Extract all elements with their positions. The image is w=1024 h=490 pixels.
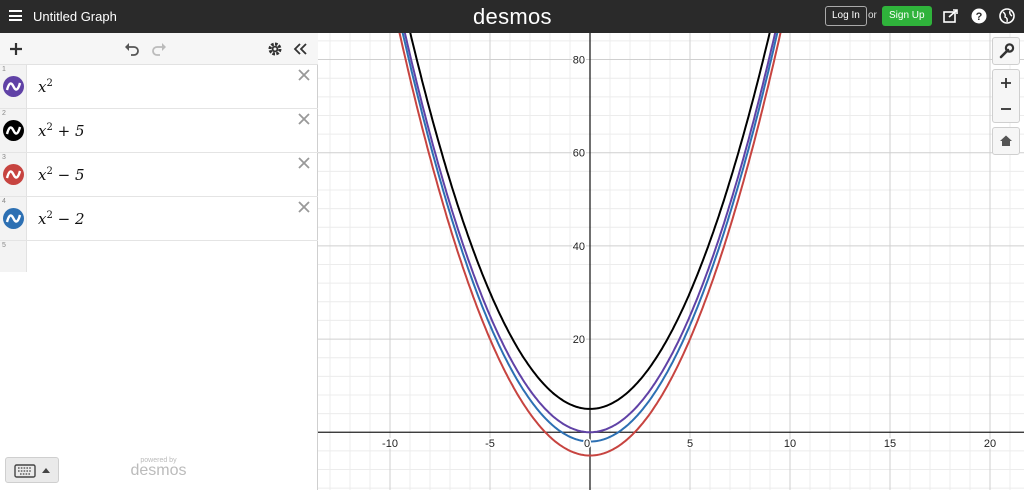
collapse-icon[interactable] xyxy=(292,41,308,57)
zoom-controls xyxy=(992,69,1020,123)
y-tick-label: 60 xyxy=(573,148,585,160)
redo-icon[interactable] xyxy=(151,41,167,57)
share-icon[interactable] xyxy=(942,7,960,25)
signup-button[interactable]: Sign Up xyxy=(882,6,932,26)
expression-input[interactable]: x2 − 2 xyxy=(38,210,85,228)
wave-icon[interactable] xyxy=(3,208,24,229)
close-icon[interactable] xyxy=(297,156,311,170)
menu-icon[interactable] xyxy=(9,10,22,21)
expr-tail: − 5 xyxy=(52,166,85,184)
expression-number: 3 xyxy=(2,154,6,161)
close-icon[interactable] xyxy=(297,200,311,214)
top-bar: Untitled Graph desmos Log In or Sign Up … xyxy=(0,0,1024,33)
login-button[interactable]: Log In xyxy=(825,6,867,26)
expression-row[interactable]: 2 x2 + 5 xyxy=(0,109,318,153)
x-tick-label: -10 xyxy=(382,438,398,450)
x-tick-label: 0 xyxy=(584,438,590,450)
powered-by-desmos[interactable]: powered by desmos xyxy=(130,457,187,480)
x-tick-label: 10 xyxy=(784,438,796,450)
minor-grid xyxy=(318,33,1024,490)
powered-by-logo: desmos xyxy=(130,462,187,479)
expression-input[interactable]: x2 + 5 xyxy=(38,122,85,140)
x-tick-label: 15 xyxy=(884,438,896,450)
expression-list: 1 x2 2 x2 + 5 3 x2 − 5 4 x2 − 2 5 xyxy=(0,65,318,272)
expression-input[interactable]: x2 xyxy=(38,78,53,96)
zoom-in-icon[interactable] xyxy=(993,70,1019,96)
graph-svg[interactable]: -10 -5 0 5 10 15 20 20 40 60 80 xyxy=(318,33,1024,490)
expression-gutter: 2 xyxy=(0,109,27,152)
keyboard-icon xyxy=(14,464,50,478)
x-tick-label: 20 xyxy=(984,438,996,450)
empty-expression-row[interactable]: 5 xyxy=(0,241,318,272)
home-icon[interactable] xyxy=(993,128,1019,154)
expression-gutter: 1 xyxy=(0,65,27,108)
expr-tail: − 2 xyxy=(52,210,85,228)
graph-settings xyxy=(992,37,1020,65)
expression-gutter: 3 xyxy=(0,153,27,196)
x-tick-label: 5 xyxy=(687,438,693,450)
graph-title[interactable]: Untitled Graph xyxy=(33,9,117,24)
svg-text:?: ? xyxy=(976,11,983,23)
gear-icon[interactable] xyxy=(267,41,283,57)
major-grid xyxy=(318,33,1024,490)
wave-icon[interactable] xyxy=(3,76,24,97)
expression-number: 5 xyxy=(2,242,6,249)
curve-x^2+5 xyxy=(409,33,771,410)
expression-number: 4 xyxy=(2,198,6,205)
or-label: or xyxy=(868,10,877,21)
zoom-out-icon[interactable] xyxy=(993,96,1019,122)
wave-icon[interactable] xyxy=(3,120,24,141)
help-icon[interactable]: ? xyxy=(970,7,988,25)
expression-gutter: 4 xyxy=(0,197,27,240)
expression-input[interactable]: x2 − 5 xyxy=(38,166,85,184)
expression-row[interactable]: 3 x2 − 5 xyxy=(0,153,318,197)
plus-icon[interactable] xyxy=(8,41,24,57)
y-tick-label: 80 xyxy=(573,55,585,67)
expression-panel: 1 x2 2 x2 + 5 3 x2 − 5 4 x2 − 2 5 powere… xyxy=(0,33,318,490)
globe-icon[interactable] xyxy=(998,7,1016,25)
curve-x^2 xyxy=(403,33,777,434)
wave-icon[interactable] xyxy=(3,164,24,185)
close-icon[interactable] xyxy=(297,68,311,82)
expression-number: 1 xyxy=(2,66,6,73)
y-tick-label: 20 xyxy=(573,334,585,346)
x-tick-label: -5 xyxy=(485,438,495,450)
wrench-icon[interactable] xyxy=(993,38,1019,64)
expression-gutter: 5 xyxy=(0,241,27,272)
keyboard-toggle-button[interactable] xyxy=(5,457,59,483)
graph-canvas[interactable]: -10 -5 0 5 10 15 20 20 40 60 80 xyxy=(318,33,1024,490)
desmos-logo: desmos xyxy=(473,4,552,29)
panel-toolbar xyxy=(0,33,318,65)
expr-tail: + 5 xyxy=(52,122,85,140)
expression-row[interactable]: 1 x2 xyxy=(0,65,318,109)
home-control xyxy=(992,127,1020,155)
expr-exponent: 2 xyxy=(46,78,53,89)
expression-number: 2 xyxy=(2,110,6,117)
axes xyxy=(318,33,1024,490)
undo-icon[interactable] xyxy=(124,41,140,57)
expression-row[interactable]: 4 x2 − 2 xyxy=(0,197,318,241)
y-tick-label: 40 xyxy=(573,241,585,253)
close-icon[interactable] xyxy=(297,112,311,126)
